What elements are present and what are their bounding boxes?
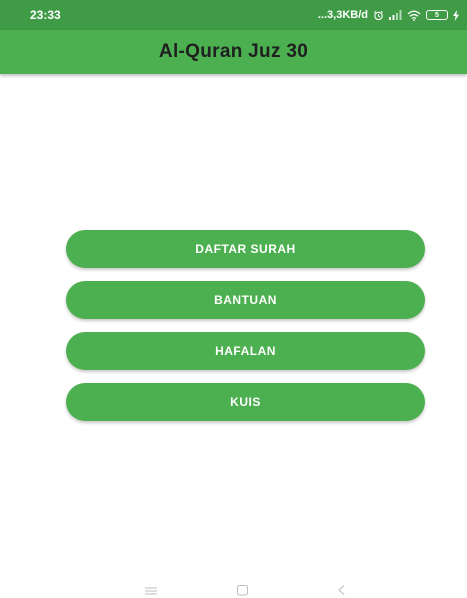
hafalan-button[interactable]: HAFALAN bbox=[66, 332, 425, 370]
battery-icon: 5 bbox=[426, 10, 448, 20]
app-screen: 23:33 ...3,3KB/d 5 Al-Quran Juz 30 DAFTA… bbox=[0, 0, 467, 598]
kuis-label: KUIS bbox=[230, 395, 261, 409]
charging-icon bbox=[453, 9, 459, 21]
app-bar: Al-Quran Juz 30 bbox=[0, 30, 467, 74]
alarm-icon bbox=[373, 10, 384, 21]
bantuan-button[interactable]: BANTUAN bbox=[66, 281, 425, 319]
wifi-icon bbox=[407, 10, 421, 21]
battery-level: 5 bbox=[435, 11, 439, 19]
network-speed: ...3,3KB/d bbox=[317, 9, 368, 21]
app-title: Al-Quran Juz 30 bbox=[158, 41, 309, 62]
home-icon[interactable] bbox=[236, 583, 249, 598]
kuis-button[interactable]: KUIS bbox=[66, 383, 425, 421]
back-icon[interactable] bbox=[337, 583, 346, 598]
bantuan-label: BANTUAN bbox=[214, 293, 277, 307]
status-time: 23:33 bbox=[30, 8, 61, 22]
main-menu: DAFTAR SURAH BANTUAN HAFALAN KUIS bbox=[66, 230, 425, 434]
hafalan-label: HAFALAN bbox=[215, 344, 276, 358]
daftar-surah-button[interactable]: DAFTAR SURAH bbox=[66, 230, 425, 268]
daftar-surah-label: DAFTAR SURAH bbox=[195, 242, 296, 256]
menu-icon[interactable] bbox=[144, 583, 158, 598]
status-bar: 23:33 ...3,3KB/d 5 bbox=[0, 0, 467, 30]
signal-icon bbox=[389, 10, 402, 20]
navigation-bar bbox=[0, 580, 467, 598]
status-icons: ...3,3KB/d 5 bbox=[318, 9, 459, 21]
